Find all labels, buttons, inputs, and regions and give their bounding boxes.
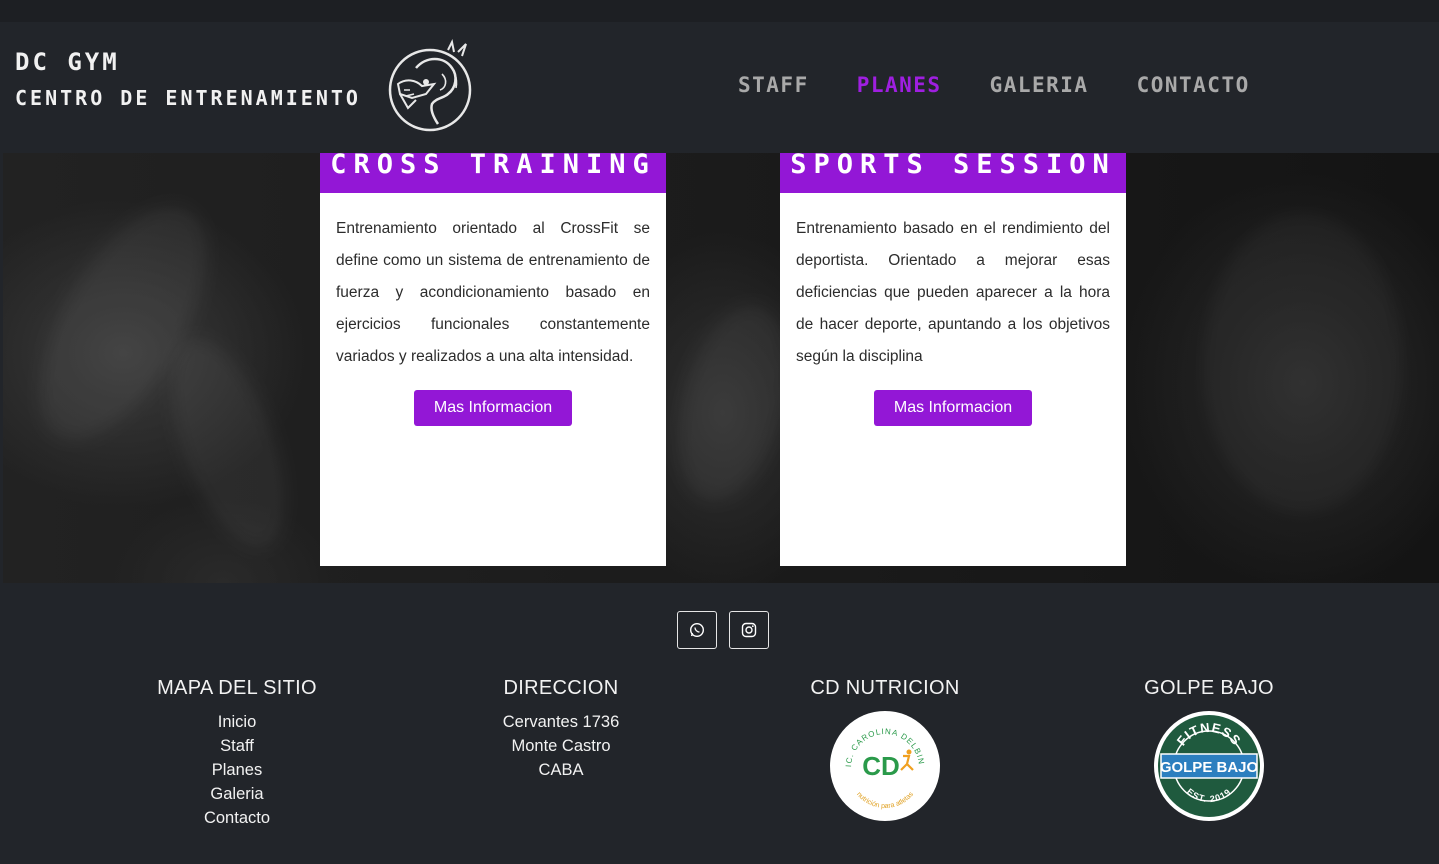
nav-planes[interactable]: PLANES bbox=[857, 73, 942, 97]
brand-name: DC GYM bbox=[15, 48, 120, 76]
footer-direccion: DIRECCION Cervantes 1736 Monte Castro CA… bbox=[461, 677, 661, 782]
whatsapp-button[interactable] bbox=[677, 611, 717, 649]
address-line: Monte Castro bbox=[511, 737, 611, 755]
plan-card-sports-session: SPORTS SESSION Entrenamiento basado en e… bbox=[780, 153, 1126, 566]
golpe-logo-center-text: GOLPE BAJO bbox=[1160, 759, 1259, 776]
cd-logo-center-text: CD bbox=[862, 751, 900, 781]
footer-heading: DIRECCION bbox=[503, 677, 619, 699]
plan-description: Entrenamiento basado en el rendimiento d… bbox=[796, 220, 1110, 365]
footer-cd-nutricion: CD NUTRICION LIC. CAROLINA DELBINO CD nu… bbox=[785, 677, 985, 822]
footer-golpe-bajo: GOLPE BAJO FITNESS GOLPE BAJO EST. 2019 bbox=[1109, 677, 1309, 822]
cd-nutricion-logo[interactable]: LIC. CAROLINA DELBINO CD nutrición para … bbox=[829, 710, 941, 822]
brand-subtitle: CENTRO DE ENTRENAMIENTO bbox=[15, 86, 361, 110]
plan-card-cross-training: CROSS TRAINING Entrenamiento orientado a… bbox=[320, 153, 666, 566]
nav-contacto[interactable]: CONTACTO bbox=[1137, 73, 1250, 97]
footer-link-staff[interactable]: Staff bbox=[137, 734, 337, 758]
nav-galeria[interactable]: GALERIA bbox=[990, 73, 1089, 97]
instagram-button[interactable] bbox=[729, 611, 769, 649]
footer-link-galeria[interactable]: Galeria bbox=[137, 782, 337, 806]
site-footer: MAPA DEL SITIO Inicio Staff Planes Galer… bbox=[0, 583, 1439, 864]
brand[interactable]: DC GYM CENTRO DE ENTRENAMIENTO bbox=[15, 48, 361, 110]
mas-informacion-button[interactable]: Mas Informacion bbox=[414, 390, 572, 426]
footer-link-inicio[interactable]: Inicio bbox=[137, 710, 337, 734]
nav-staff[interactable]: STAFF bbox=[738, 73, 809, 97]
footer-heading: MAPA DEL SITIO bbox=[157, 677, 317, 699]
footer-heading: GOLPE BAJO bbox=[1144, 677, 1274, 699]
dragon-logo-icon[interactable] bbox=[386, 38, 476, 136]
main-nav: STAFF PLANES GALERIA CONTACTO bbox=[738, 73, 1250, 97]
plan-title: SPORTS SESSION bbox=[780, 153, 1126, 193]
whatsapp-icon bbox=[689, 622, 705, 638]
address-line: Cervantes 1736 bbox=[502, 713, 620, 731]
social-links bbox=[677, 611, 769, 649]
plan-title: CROSS TRAINING bbox=[320, 153, 666, 193]
footer-link-contacto[interactable]: Contacto bbox=[137, 806, 337, 830]
instagram-icon bbox=[741, 622, 757, 638]
hero-background bbox=[3, 153, 1439, 583]
address-line: CABA bbox=[538, 761, 584, 779]
golpe-bajo-logo[interactable]: FITNESS GOLPE BAJO EST. 2019 bbox=[1153, 710, 1265, 822]
background-shape bbox=[148, 324, 308, 562]
plan-description: Entrenamiento orientado al CrossFit se d… bbox=[336, 220, 650, 365]
footer-mapa-del-sitio: MAPA DEL SITIO Inicio Staff Planes Galer… bbox=[137, 677, 337, 830]
mas-informacion-button[interactable]: Mas Informacion bbox=[874, 390, 1032, 426]
footer-heading: CD NUTRICION bbox=[810, 677, 960, 699]
footer-link-planes[interactable]: Planes bbox=[137, 758, 337, 782]
background-shape bbox=[1203, 213, 1403, 513]
